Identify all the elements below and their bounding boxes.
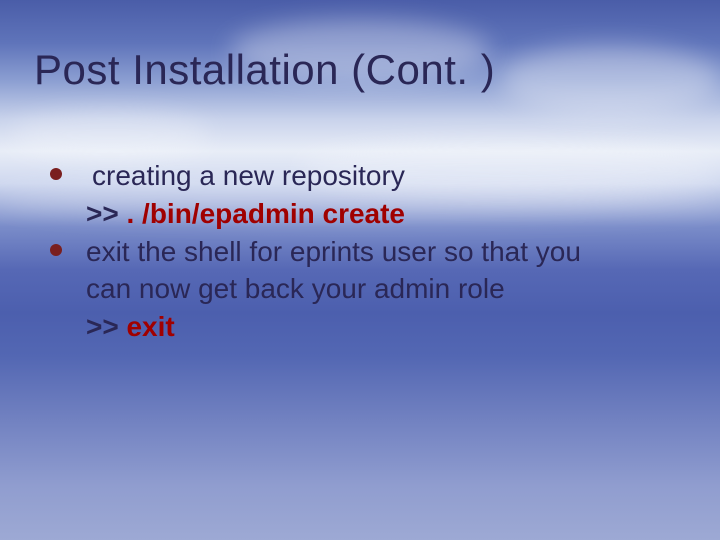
slide-body: creating a new repository >> . /bin/epad… bbox=[50, 158, 680, 347]
bullet-text-line2: can now get back your admin role bbox=[50, 271, 680, 307]
cloud-decoration bbox=[500, 45, 720, 115]
command-line-2: >> exit bbox=[50, 309, 680, 345]
slide-title: Post Installation (Cont. ) bbox=[34, 46, 495, 94]
bullet-text: creating a new repository bbox=[86, 160, 405, 191]
prompt: >> bbox=[86, 198, 119, 229]
command-text: . /bin/epadmin create bbox=[126, 198, 405, 229]
bullet-item-1: creating a new repository bbox=[50, 158, 680, 194]
command-line-1: >> . /bin/epadmin create bbox=[50, 196, 680, 232]
bullet-text-line1: exit the shell for eprints user so that … bbox=[86, 236, 581, 267]
slide: Post Installation (Cont. ) creating a ne… bbox=[0, 0, 720, 540]
prompt: >> bbox=[86, 311, 119, 342]
bullet-icon bbox=[50, 168, 62, 180]
cloud-decoration bbox=[10, 110, 210, 160]
command-text: exit bbox=[126, 311, 174, 342]
bullet-item-2: exit the shell for eprints user so that … bbox=[50, 234, 680, 270]
bullet-icon bbox=[50, 244, 62, 256]
